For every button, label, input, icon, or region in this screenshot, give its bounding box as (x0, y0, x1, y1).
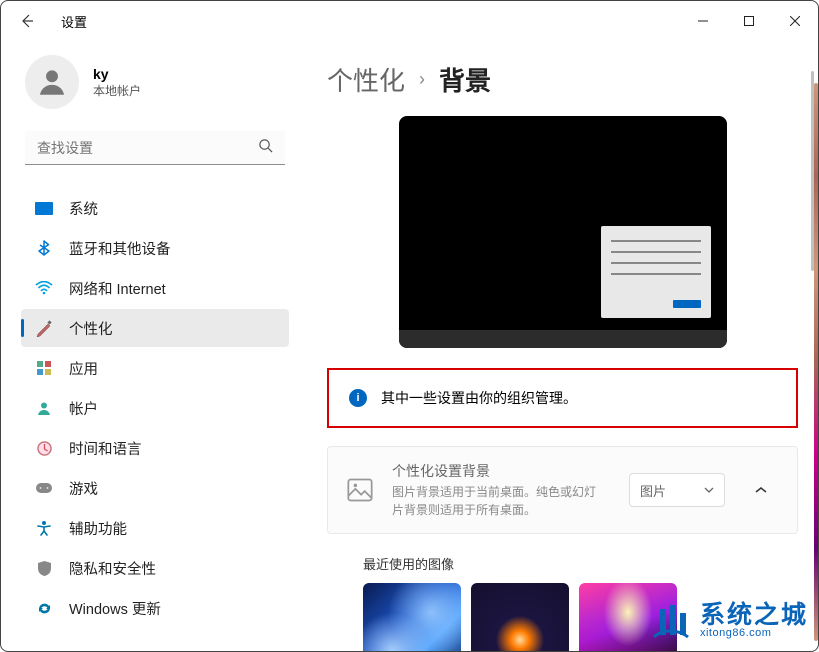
chevron-down-icon (704, 487, 714, 493)
bluetooth-icon (35, 239, 53, 257)
watermark: 系统之城 xitong86.com (648, 599, 808, 643)
sidebar-item-system[interactable]: 系统 (21, 189, 289, 227)
preview-taskbar (399, 330, 727, 348)
person-icon (35, 65, 69, 99)
watermark-url: xitong86.com (700, 628, 808, 639)
titlebar-left: 设置 (17, 11, 87, 31)
titlebar: 设置 (1, 1, 818, 41)
info-icon: i (349, 389, 367, 407)
sidebar-item-label: 网络和 Internet (69, 278, 166, 299)
sidebar-item-label: 帐户 (69, 398, 98, 419)
search-input[interactable] (25, 131, 285, 165)
search-icon (258, 138, 273, 158)
setting-title: 个性化设置背景 (392, 461, 611, 481)
gaming-icon (35, 479, 53, 497)
alert-text: 其中一些设置由你的组织管理。 (381, 388, 577, 408)
breadcrumb-parent[interactable]: 个性化 (327, 61, 405, 98)
sidebar-item-label: 个性化 (69, 318, 113, 339)
preview-accent-bar (673, 300, 701, 308)
close-button[interactable] (772, 5, 818, 37)
select-value: 图片 (640, 481, 666, 500)
back-button[interactable] (17, 11, 37, 31)
sidebar-item-apps[interactable]: 应用 (21, 349, 289, 387)
maximize-icon (744, 16, 754, 26)
setting-desc: 图片背景适用于当前桌面。纯色或幻灯片背景则适用于所有桌面。 (392, 483, 602, 519)
background-type-select[interactable]: 图片 (629, 473, 725, 507)
maximize-button[interactable] (726, 5, 772, 37)
personalize-icon (35, 319, 53, 337)
background-preview (399, 116, 727, 348)
sidebar-item-label: 系统 (69, 198, 98, 219)
sidebar-item-label: 应用 (69, 358, 98, 379)
sidebar-item-time[interactable]: 时间和语言 (21, 429, 289, 467)
update-icon (35, 599, 53, 617)
system-icon (35, 202, 53, 215)
user-name: ky (93, 66, 141, 82)
chevron-up-icon (755, 486, 767, 494)
content: ky 本地帐户 系统 蓝牙和其他设备 网络和 Internet (1, 41, 818, 651)
sidebar-item-bluetooth[interactable]: 蓝牙和其他设备 (21, 229, 289, 267)
sidebar: ky 本地帐户 系统 蓝牙和其他设备 网络和 Internet (1, 41, 299, 651)
time-icon (35, 439, 53, 457)
chevron-right-icon: › (419, 69, 425, 90)
sidebar-item-network[interactable]: 网络和 Internet (21, 269, 289, 307)
user-subtitle: 本地帐户 (93, 82, 141, 99)
minimize-icon (698, 16, 708, 26)
breadcrumb: 个性化 › 背景 (327, 61, 798, 98)
recent-image-thumb[interactable] (471, 583, 569, 651)
watermark-logo-icon (648, 599, 692, 643)
sidebar-item-personalize[interactable]: 个性化 (21, 309, 289, 347)
sidebar-item-label: 游戏 (69, 478, 98, 499)
sidebar-item-label: 蓝牙和其他设备 (69, 238, 171, 259)
sidebar-item-label: 辅助功能 (69, 518, 127, 539)
sidebar-item-update[interactable]: Windows 更新 (21, 589, 289, 627)
sidebar-item-gaming[interactable]: 游戏 (21, 469, 289, 507)
watermark-text: 系统之城 xitong86.com (700, 603, 808, 639)
sidebar-item-label: 隐私和安全性 (69, 558, 156, 579)
privacy-icon (35, 559, 53, 577)
sidebar-item-accounts[interactable]: 帐户 (21, 389, 289, 427)
sidebar-item-privacy[interactable]: 隐私和安全性 (21, 549, 289, 587)
close-icon (790, 16, 800, 26)
user-block[interactable]: ky 本地帐户 (21, 55, 289, 109)
recent-image-thumb[interactable] (363, 583, 461, 651)
decorative-edge (814, 83, 818, 641)
arrow-left-icon (19, 13, 35, 29)
breadcrumb-current: 背景 (439, 61, 491, 98)
sidebar-item-label: 时间和语言 (69, 438, 142, 459)
accessibility-icon (35, 519, 53, 537)
nav: 系统 蓝牙和其他设备 网络和 Internet 个性化 应用 帐户 (21, 189, 289, 629)
sidebar-item-accessibility[interactable]: 辅助功能 (21, 509, 289, 547)
expand-button[interactable] (743, 472, 779, 508)
recent-images-label: 最近使用的图像 (363, 554, 798, 573)
picture-icon (346, 476, 374, 504)
main: 个性化 › 背景 i 其中一些设置由你的组织管理。 个性化设置背景 图片背景适用… (299, 41, 818, 651)
org-managed-alert: i 其中一些设置由你的组织管理。 (327, 368, 798, 428)
apps-icon (35, 359, 53, 377)
search-box[interactable] (25, 131, 285, 165)
accounts-icon (35, 399, 53, 417)
window-controls (680, 5, 818, 37)
watermark-title: 系统之城 (700, 603, 808, 628)
window-title: 设置 (61, 12, 87, 31)
background-setting-card: 个性化设置背景 图片背景适用于当前桌面。纯色或幻灯片背景则适用于所有桌面。 图片 (327, 446, 798, 534)
network-icon (35, 279, 53, 297)
avatar (25, 55, 79, 109)
sidebar-item-label: Windows 更新 (69, 598, 161, 619)
preview-window (601, 226, 711, 318)
setting-texts: 个性化设置背景 图片背景适用于当前桌面。纯色或幻灯片背景则适用于所有桌面。 (392, 461, 611, 519)
minimize-button[interactable] (680, 5, 726, 37)
user-texts: ky 本地帐户 (93, 66, 141, 99)
